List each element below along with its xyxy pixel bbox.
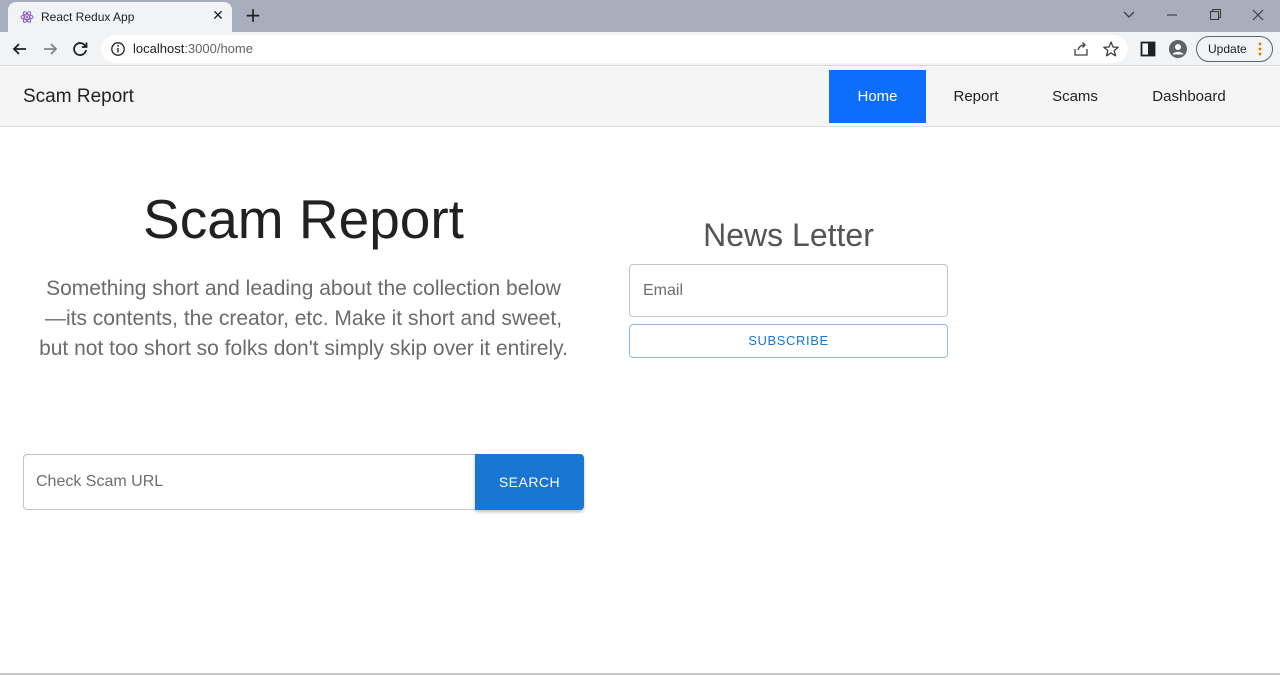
close-tab-icon[interactable]: ✕: [210, 8, 226, 24]
app-navbar: Scam Report Home Report Scams Dashboard: [0, 67, 1280, 127]
back-arrow-icon[interactable]: [9, 38, 31, 60]
share-icon[interactable]: [1072, 40, 1090, 58]
brand-logo[interactable]: Scam Report: [23, 86, 134, 108]
url-host: localhost: [133, 41, 185, 56]
site-info-icon[interactable]: [110, 41, 126, 57]
update-button[interactable]: Update: [1196, 36, 1273, 62]
minimize-icon[interactable]: [1162, 6, 1182, 24]
tab-title: React Redux App: [41, 10, 135, 24]
nav-item-home[interactable]: Home: [829, 70, 926, 123]
nav-item-scams[interactable]: Scams: [1030, 70, 1120, 123]
bookmark-star-icon[interactable]: [1102, 40, 1120, 58]
url-path: :3000/home: [184, 41, 253, 56]
page-title: Scam Report: [143, 188, 464, 250]
side-panel-icon[interactable]: [1138, 39, 1158, 59]
browser-tab[interactable]: React Redux App ✕: [8, 2, 232, 32]
newsletter-title: News Letter: [703, 217, 874, 253]
profile-icon[interactable]: [1168, 39, 1188, 59]
close-window-icon[interactable]: [1248, 6, 1268, 24]
subscribe-button[interactable]: SUBSCRIBE: [629, 324, 948, 358]
new-tab-icon[interactable]: +: [243, 5, 263, 25]
nav-item-report[interactable]: Report: [931, 70, 1021, 123]
restore-icon[interactable]: [1205, 6, 1225, 24]
tab-search-chevron-icon[interactable]: [1119, 6, 1139, 24]
email-field[interactable]: [629, 264, 948, 317]
scam-url-input[interactable]: [36, 471, 456, 493]
search-button[interactable]: SEARCH: [475, 454, 584, 510]
more-menu-icon[interactable]: [1258, 41, 1262, 57]
browser-toolbar: localhost:3000/home Update: [0, 32, 1280, 66]
react-favicon-icon: [20, 11, 34, 23]
browser-tab-bar: React Redux App ✕ +: [0, 0, 1280, 32]
address-bar[interactable]: localhost:3000/home: [101, 35, 1128, 63]
email-input[interactable]: [643, 280, 933, 302]
nav-item-dashboard[interactable]: Dashboard: [1133, 70, 1245, 123]
reload-icon[interactable]: [69, 38, 91, 60]
hero-description: Something short and leading about the co…: [39, 277, 568, 360]
scam-url-field[interactable]: [23, 454, 479, 510]
url-text: localhost:3000/home: [133, 41, 253, 56]
forward-arrow-icon[interactable]: [39, 38, 61, 60]
update-label: Update: [1208, 42, 1247, 56]
